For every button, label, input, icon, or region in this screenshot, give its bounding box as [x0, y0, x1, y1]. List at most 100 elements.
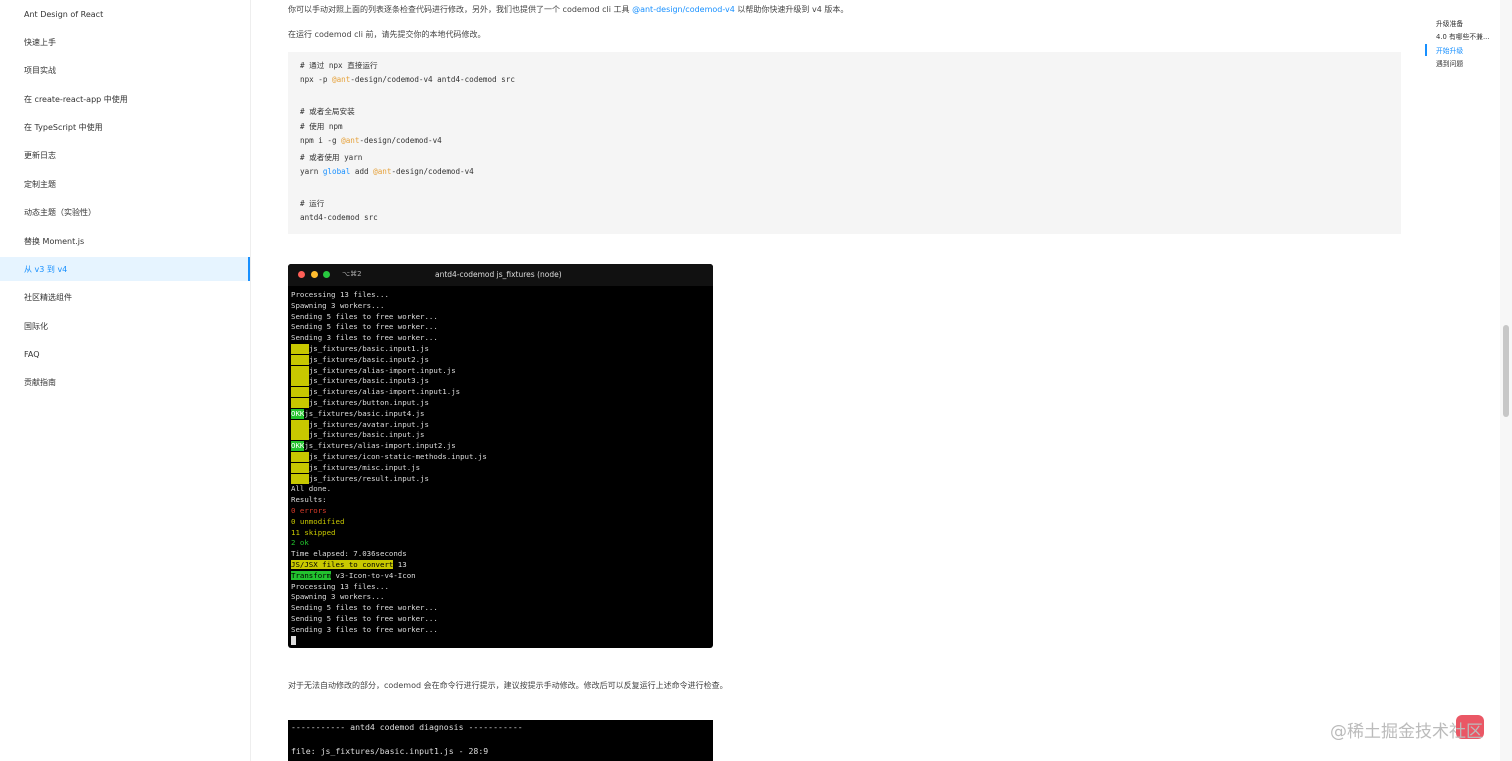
sidebar-item-v3-to-v4[interactable]: 从 v3 到 v4	[0, 257, 250, 281]
terminal-text: 0 errors	[291, 506, 327, 515]
terminal-text: Transform	[291, 570, 332, 580]
result-file: js_fixtures/basic.input.js	[308, 430, 425, 440]
sidebar-item-i18n[interactable]: 国际化	[0, 314, 250, 338]
terminal-text: 11 skipped	[291, 527, 336, 537]
result-file: js_fixtures/button.input.js	[308, 398, 429, 407]
terminal-result-line: SKIPjs_fixtures/basic.input1.js	[291, 344, 429, 354]
sidebar-item-faq[interactable]: FAQ	[0, 342, 250, 366]
sidebar-item-ant-design-of-react[interactable]: Ant Design of React	[0, 2, 250, 26]
code-token-at: @ant	[373, 167, 392, 176]
sidebar-item-community-components[interactable]: 社区精选组件	[0, 285, 250, 309]
terminal-text: Sending 5 files to free worker...	[291, 322, 438, 332]
terminal-result-line: SKIPjs_fixtures/button.input.js	[291, 398, 429, 408]
terminal-text: Sending 3 files to free worker...	[291, 333, 438, 343]
code-token: npm i -g	[300, 136, 342, 145]
code-line: npx -p @ant-design/codemod-v4 antd4-code…	[300, 75, 515, 84]
sidebar-item-project-practice[interactable]: 项目实战	[0, 58, 250, 82]
code-comment: # 使用 npm	[300, 122, 343, 131]
sidebar-item-contributing[interactable]: 贡献指南	[0, 370, 250, 394]
toc-item-incompatible[interactable]: 4.0 有哪些不兼...	[1436, 31, 1489, 41]
sidebar-item-customize-theme[interactable]: 定制主题	[0, 172, 250, 196]
code-token: -design/codemod-v4 antd4-codemod src	[350, 75, 515, 84]
terminal-cursor	[291, 636, 296, 645]
terminal-result-line: SKIPjs_fixtures/avatar.input.js	[291, 419, 429, 430]
code-line: npm i -g @ant-design/codemod-v4	[300, 136, 442, 145]
terminal-text: v3-Icon-to-v4-Icon	[331, 570, 416, 580]
diagnosis-terminal: ----------- antd4 codemod diagnosis ----…	[288, 720, 713, 761]
terminal-text: 0 unmodified	[291, 516, 345, 526]
intro-text: 你可以手动对照上面的列表逐条检查代码进行修改，另外，我们也提供了一个 codem…	[288, 5, 633, 14]
sidebar-item-changelog[interactable]: 更新日志	[0, 143, 250, 167]
terminal-line: Results:	[291, 495, 327, 505]
terminal-text: Time elapsed: 7.036seconds	[291, 549, 407, 559]
sidebar-item-label: 社区精选组件	[24, 292, 72, 302]
codemod-link[interactable]: @ant-design/codemod-v4	[632, 5, 735, 14]
result-file: js_fixtures/alias-import.input.js	[308, 365, 456, 375]
result-file: js_fixtures/basic.input4.js	[304, 408, 425, 418]
diagnosis-file: file: js_fixtures/basic.input1.js - 28:9	[291, 746, 489, 756]
sidebar-item-label: 更新日志	[24, 150, 56, 160]
skip-badge: SKIP	[291, 387, 309, 398]
sidebar-nav: Ant Design of React 快速上手 项目实战 在 create-r…	[0, 0, 251, 761]
result-file: js_fixtures/misc.input.js	[308, 462, 421, 472]
skipped-line: 11 skipped	[291, 528, 336, 538]
terminal-text: Sending 5 files to free worker...	[291, 603, 438, 613]
convert-line: JS/JSX files to convert 13	[291, 560, 407, 570]
skip-badge: SKIP	[291, 462, 309, 473]
code-line: antd4-codemod src	[300, 213, 378, 222]
terminal-title-bar: ⌥⌘2 antd4-codemod js_fixtures (node)	[288, 264, 713, 286]
code-line: yarn global add @ant-design/codemod-v4	[300, 167, 474, 176]
terminal-line: Sending 5 files to free worker...	[291, 614, 438, 624]
terminal-line: Sending 5 files to free worker...	[291, 603, 438, 613]
toc-item-problems[interactable]: 遇到问题	[1436, 58, 1463, 68]
code-token-at: @ant	[332, 75, 351, 84]
diagnosis-header: ----------- antd4 codemod diagnosis ----…	[291, 722, 523, 732]
sidebar-item-label: 贡献指南	[24, 377, 56, 387]
result-file: js_fixtures/alias-import.input2.js	[304, 441, 456, 451]
sidebar-item-label: 在 create-react-app 中使用	[24, 94, 128, 104]
terminal-line: Sending 5 files to free worker...	[291, 312, 438, 322]
terminal-result-line: SKIPjs_fixtures/alias-import.input.js	[291, 365, 456, 376]
diagnosis-paragraph: 对于无法自动修改的部分，codemod 会在命令行进行提示，建议按提示手动修改。…	[288, 681, 728, 690]
terminal-text: Sending 5 files to free worker...	[291, 614, 438, 623]
watermark: @稀土掘金技术社区	[1330, 722, 1483, 742]
terminal-text: Processing 13 files...	[291, 581, 389, 591]
terminal-text: All done.	[291, 484, 332, 494]
sidebar-item-label: 项目实战	[24, 65, 56, 75]
intro-text-end: 以帮助你快速升级到 v4 版本。	[734, 5, 849, 14]
toc-item-prepare[interactable]: 升级准备	[1436, 18, 1463, 28]
terminal-title: antd4-codemod js_fixtures (node)	[435, 270, 562, 279]
page-scrollbar[interactable]	[1500, 0, 1512, 761]
skip-badge: SKIP	[291, 452, 309, 462]
terminal-text: Sending 3 files to free worker...	[291, 624, 438, 634]
toc-item-start-upgrade[interactable]: 开始升级	[1436, 45, 1463, 55]
sidebar-item-replace-moment[interactable]: 替换 Moment.js	[0, 229, 250, 253]
sidebar-item-create-react-app[interactable]: 在 create-react-app 中使用	[0, 87, 250, 111]
code-token: yarn	[300, 167, 323, 176]
terminal-result-line: SKIPjs_fixtures/icon-static-methods.inpu…	[291, 452, 487, 462]
sidebar-item-label: 国际化	[24, 321, 48, 331]
ok-line: 2 ok	[291, 538, 309, 548]
sidebar-item-label: Ant Design of React	[24, 9, 104, 19]
code-token: add	[350, 167, 374, 176]
terminal-result-line: SKIPjs_fixtures/basic.input2.js	[291, 354, 429, 365]
sidebar-item-label: FAQ	[24, 349, 40, 359]
sidebar-item-quick-start[interactable]: 快速上手	[0, 30, 250, 54]
code-comment: # 通过 npx 直接运行	[300, 61, 378, 70]
result-file: js_fixtures/basic.input3.js	[308, 376, 429, 386]
result-file: js_fixtures/avatar.input.js	[308, 419, 429, 429]
terminal-text: Processing 13 files...	[291, 290, 389, 299]
sidebar-item-dynamic-theme[interactable]: 动态主题（实验性）	[0, 200, 250, 224]
skip-badge: SKIP	[291, 398, 309, 408]
result-file: js_fixtures/icon-static-methods.input.js	[308, 452, 487, 461]
terminal-result-line: SKIPjs_fixtures/basic.input.js	[291, 430, 425, 441]
terminal-result-line: SKIPjs_fixtures/misc.input.js	[291, 462, 421, 473]
sidebar-item-typescript[interactable]: 在 TypeScript 中使用	[0, 115, 250, 139]
sidebar-item-label: 在 TypeScript 中使用	[24, 122, 103, 132]
terminal-text: 2 ok	[291, 538, 309, 548]
scrollbar-thumb[interactable]	[1503, 325, 1509, 417]
terminal-line: All done.	[291, 484, 331, 494]
skip-badge: SKIP	[291, 344, 309, 354]
unmodified-line: 0 unmodified	[291, 517, 344, 527]
result-file: js_fixtures/basic.input2.js	[308, 354, 429, 364]
